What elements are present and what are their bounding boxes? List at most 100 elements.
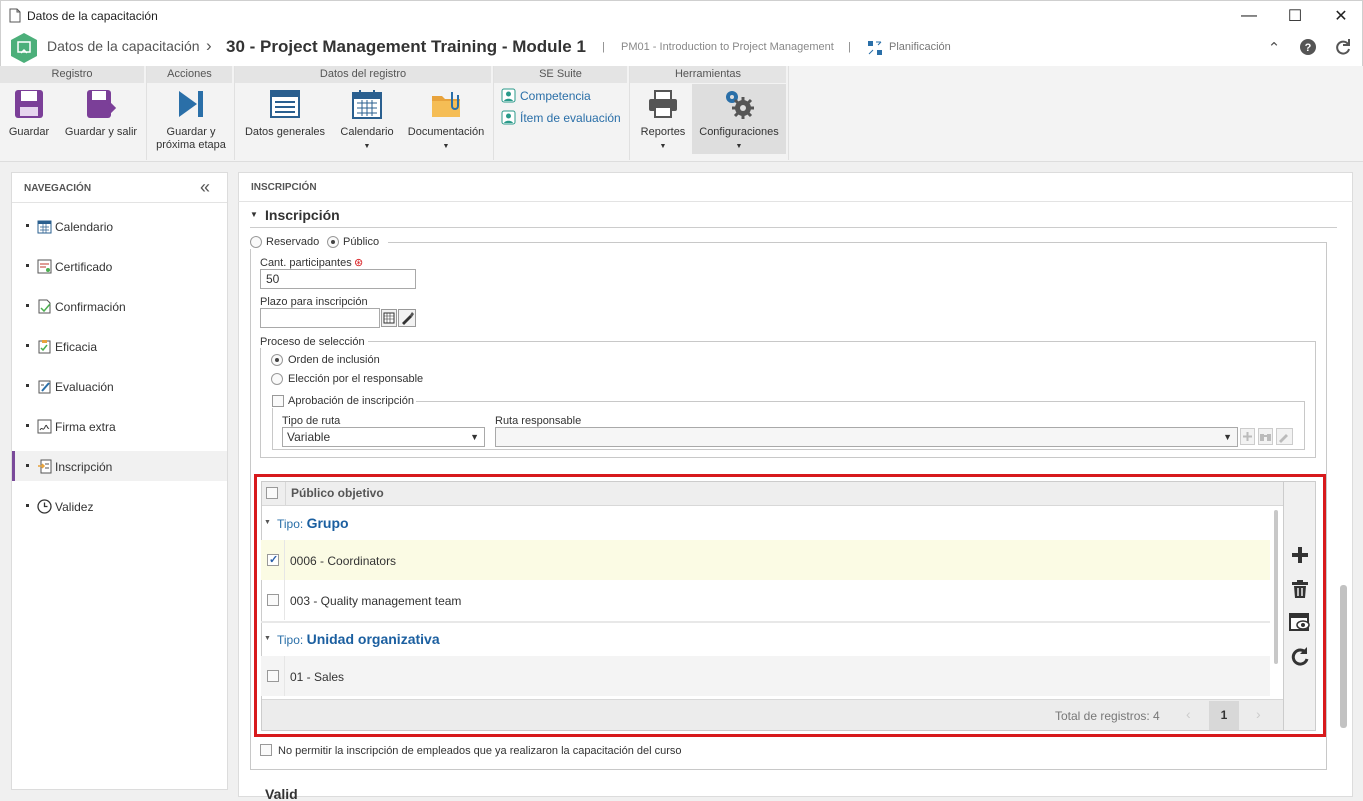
ribbon-group-label: Herramientas bbox=[630, 66, 786, 83]
save-button[interactable]: Guardar bbox=[4, 86, 54, 139]
add-icon[interactable] bbox=[1240, 428, 1255, 445]
no-repeat-checkbox[interactable] bbox=[260, 744, 272, 756]
refresh-icon[interactable] bbox=[1290, 646, 1310, 666]
nav-item-eficacia[interactable]: Eficacia bbox=[12, 331, 227, 361]
nav-item-confirmacion[interactable]: Confirmación bbox=[12, 291, 227, 321]
save-and-exit-button[interactable]: Guardar y salir bbox=[60, 86, 142, 139]
header-divider-2: | bbox=[848, 41, 851, 53]
calendar-picker-icon[interactable] bbox=[381, 309, 397, 327]
nav-item-label: Validez bbox=[55, 500, 94, 514]
approval-checkbox[interactable] bbox=[272, 395, 284, 407]
binoculars-icon[interactable] bbox=[1258, 428, 1273, 445]
breadcrumb[interactable]: Datos de la capacitación bbox=[47, 38, 200, 54]
section-title: Inscripción bbox=[265, 207, 340, 223]
nav-item-inscripcion[interactable]: Inscripción bbox=[12, 451, 227, 481]
table-row[interactable]: 003 - Quality management team bbox=[261, 580, 1270, 620]
confirmation-icon bbox=[38, 299, 51, 314]
close-window-button[interactable]: ✕ bbox=[1318, 1, 1363, 31]
collapse-arrow-icon[interactable]: ▼ bbox=[250, 210, 258, 219]
nav-item-calendario[interactable]: Calendario bbox=[12, 211, 227, 241]
general-data-label: Datos generales bbox=[244, 126, 326, 138]
page-number[interactable]: 1 bbox=[1209, 701, 1239, 730]
nav-item-firma-extra[interactable]: Firma extra bbox=[12, 411, 227, 441]
save-and-next-step-button[interactable]: Guardar y próxima etapa bbox=[150, 86, 232, 152]
competence-link[interactable]: Competencia bbox=[520, 89, 591, 103]
responsible-route-select[interactable]: ▼ bbox=[495, 427, 1238, 447]
collapse-up-icon[interactable]: ⌃ bbox=[1264, 38, 1284, 58]
general-data-button[interactable]: Datos generales bbox=[241, 86, 329, 139]
select-all-checkbox[interactable] bbox=[266, 487, 278, 499]
nav-item-certificado[interactable]: Certificado bbox=[12, 251, 227, 281]
row-checkbox[interactable] bbox=[267, 670, 279, 682]
view-record-icon[interactable] bbox=[1289, 612, 1311, 632]
responsible-route-label: Ruta responsable bbox=[495, 415, 582, 427]
group-collapse-icon[interactable]: ▼ bbox=[264, 635, 271, 642]
evaluation-item-icon bbox=[501, 110, 516, 125]
inclusion-order-radio[interactable] bbox=[271, 354, 283, 366]
window-titlebar: Datos de la capacitación — ☐ ✕ bbox=[0, 0, 1363, 30]
group-collapse-icon[interactable]: ▼ bbox=[264, 519, 271, 526]
ribbon-group-label: Datos del registro bbox=[235, 66, 491, 83]
settings-button[interactable]: Configuraciones ▼ bbox=[692, 84, 786, 154]
nav-item-label: Certificado bbox=[55, 260, 113, 274]
row-checkbox[interactable] bbox=[267, 553, 279, 566]
next-page-button[interactable]: › bbox=[1256, 706, 1261, 722]
reports-button[interactable]: Reportes ▼ bbox=[636, 86, 690, 153]
certificate-icon bbox=[37, 259, 52, 274]
deadline-label: Plazo para inscripción bbox=[260, 296, 368, 308]
nav-item-evaluacion[interactable]: Evaluación bbox=[12, 371, 227, 401]
nav-item-label: Inscripción bbox=[55, 460, 113, 474]
clear-eraser-icon[interactable] bbox=[398, 309, 416, 327]
section-header: INSCRIPCIÓN bbox=[251, 182, 317, 193]
documentation-button[interactable]: Documentación ▼ bbox=[406, 86, 486, 153]
clear-eraser-icon[interactable] bbox=[1276, 428, 1293, 445]
chevron-down-icon: ▼ bbox=[1223, 432, 1232, 442]
group-header-grupo[interactable]: Tipo: Grupo bbox=[277, 515, 349, 531]
row-label: 01 - Sales bbox=[290, 670, 345, 684]
efficacy-icon bbox=[38, 340, 51, 354]
evaluation-item-link[interactable]: Ítem de evaluación bbox=[520, 111, 621, 125]
group-header-unidad[interactable]: Tipo: Unidad organizativa bbox=[277, 631, 440, 647]
add-icon[interactable] bbox=[1290, 545, 1310, 565]
maximize-button[interactable]: ☐ bbox=[1272, 1, 1318, 31]
group-name: Unidad organizativa bbox=[306, 631, 440, 647]
no-repeat-label: No permitir la inscripción de empleados … bbox=[278, 745, 682, 757]
save-label: Guardar bbox=[8, 126, 50, 138]
participants-input[interactable]: 50 bbox=[260, 269, 416, 289]
row-label: 0006 - Coordinators bbox=[290, 554, 397, 568]
collapse-nav-icon[interactable]: « bbox=[200, 177, 210, 198]
total-records: Total de registros: 4 bbox=[1055, 709, 1160, 723]
reservado-radio[interactable] bbox=[250, 236, 262, 248]
publico-radio[interactable] bbox=[327, 236, 339, 248]
main-scrollbar[interactable] bbox=[1340, 585, 1347, 728]
planning-link[interactable]: Planificación bbox=[889, 41, 951, 53]
calendar-button[interactable]: Calendario ▼ bbox=[336, 86, 398, 153]
evaluation-icon bbox=[38, 380, 51, 394]
row-checkbox[interactable] bbox=[267, 594, 279, 606]
validity-section-title: Valid bbox=[265, 786, 298, 801]
minimize-button[interactable]: — bbox=[1226, 1, 1272, 31]
required-icon: ⊛ bbox=[354, 257, 364, 269]
trash-icon[interactable] bbox=[1290, 579, 1310, 599]
window-title: Datos de la capacitación bbox=[27, 9, 158, 23]
save-next-label-1: Guardar y bbox=[166, 126, 216, 138]
record-subtitle: PM01 - Introduction to Project Managemen… bbox=[621, 41, 834, 53]
save-exit-icon bbox=[87, 90, 117, 118]
nav-item-validez[interactable]: Validez bbox=[12, 491, 227, 521]
nav-item-label: Calendario bbox=[55, 220, 114, 234]
signature-icon bbox=[37, 419, 52, 434]
grid-scrollbar[interactable] bbox=[1274, 510, 1278, 664]
table-row[interactable]: 01 - Sales bbox=[261, 656, 1270, 696]
deadline-input[interactable] bbox=[260, 308, 380, 328]
save-icon bbox=[15, 90, 43, 118]
participants-label: Cant. participantes bbox=[260, 257, 352, 269]
table-row[interactable]: 0006 - Coordinators bbox=[261, 540, 1270, 580]
manager-choice-radio[interactable] bbox=[271, 373, 283, 385]
header-divider: | bbox=[602, 41, 605, 53]
group-prefix: Tipo: bbox=[277, 517, 304, 531]
route-type-select[interactable]: Variable ▼ bbox=[282, 427, 485, 447]
prev-page-button[interactable]: ‹ bbox=[1186, 706, 1191, 722]
help-icon[interactable]: ? bbox=[1299, 38, 1317, 56]
group-prefix: Tipo: bbox=[277, 633, 304, 647]
refresh-icon[interactable] bbox=[1334, 38, 1352, 56]
